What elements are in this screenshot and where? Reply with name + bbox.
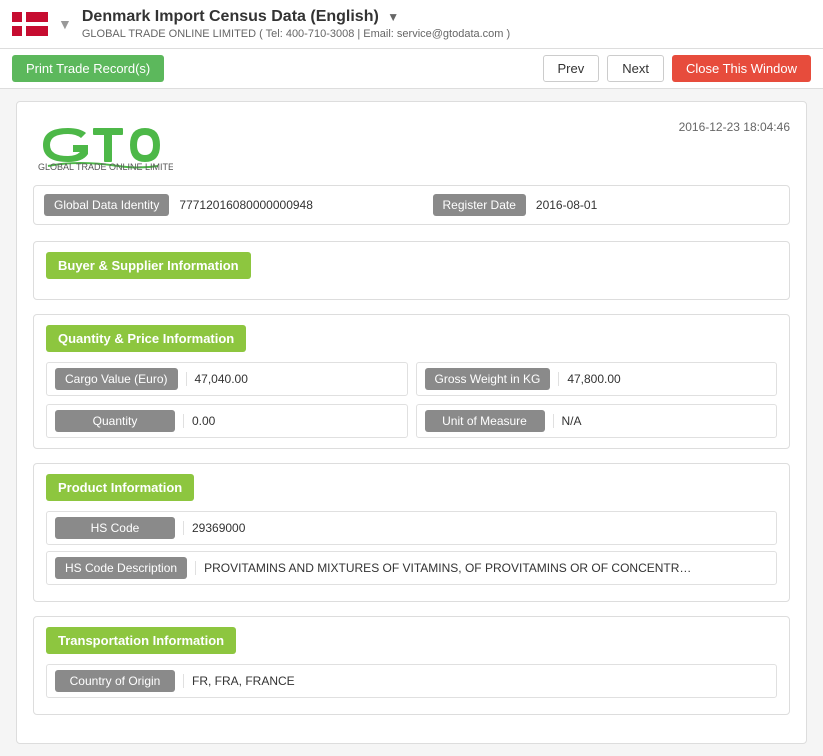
page-title-text: Denmark Import Census Data (English) [82,8,379,25]
gross-weight-row: Gross Weight in KG 47,800.00 [416,362,778,396]
quantity-value: 0.00 [183,414,399,428]
product-header: Product Information [46,474,194,501]
hs-code-description-row: HS Code Description PROVITAMINS AND MIXT… [46,551,777,585]
logo-row: GLOBAL TRADE ONLINE LIMITED 2016-12-23 1… [33,116,790,171]
buyer-supplier-header: Buyer & Supplier Information [46,252,251,279]
logo-area: GLOBAL TRADE ONLINE LIMITED [33,116,173,171]
hs-code-description-label: HS Code Description [55,557,187,579]
header-bar: ▼ Denmark Import Census Data (English) ▼… [0,0,823,49]
register-date-label: Register Date [433,194,526,216]
flag-icon [12,12,48,36]
page-title: Denmark Import Census Data (English) ▼ [82,8,811,26]
country-of-origin-value: FR, FRA, FRANCE [183,674,683,688]
quantity-row: Quantity 0.00 [46,404,408,438]
record-card: GLOBAL TRADE ONLINE LIMITED 2016-12-23 1… [16,101,807,744]
toolbar: Print Trade Record(s) Prev Next Close Th… [0,49,823,89]
hs-code-label: HS Code [55,517,175,539]
quantity-label: Quantity [55,410,175,432]
identity-row: Global Data Identity 7771201608000000094… [33,185,790,225]
svg-text:GLOBAL TRADE ONLINE LIMITED: GLOBAL TRADE ONLINE LIMITED [38,162,173,171]
global-data-identity-label: Global Data Identity [44,194,169,216]
transportation-section: Transportation Information Country of Or… [33,616,790,715]
unit-of-measure-value: N/A [553,414,769,428]
gross-weight-value: 47,800.00 [558,372,768,386]
cargo-value-label: Cargo Value (Euro) [55,368,178,390]
register-date-value: 2016-08-01 [536,198,779,212]
quantity-price-section: Quantity & Price Information Cargo Value… [33,314,790,449]
global-data-identity-value: 77712016080000000948 [179,198,422,212]
header-subtitle: GLOBAL TRADE ONLINE LIMITED ( Tel: 400-7… [82,28,811,40]
timestamp: 2016-12-23 18:04:46 [679,120,790,134]
hs-code-row: HS Code 29369000 [46,511,777,545]
hs-code-description-value: PROVITAMINS AND MIXTURES OF VITAMINS, OF… [195,561,695,575]
quantity-price-fields: Cargo Value (Euro) 47,040.00 Gross Weigh… [46,362,777,438]
cargo-value-row: Cargo Value (Euro) 47,040.00 [46,362,408,396]
cargo-value-value: 47,040.00 [186,372,399,386]
unit-of-measure-row: Unit of Measure N/A [416,404,778,438]
prev-button[interactable]: Prev [543,55,600,82]
buyer-supplier-section: Buyer & Supplier Information [33,241,790,300]
hs-code-value: 29369000 [183,521,683,535]
print-button[interactable]: Print Trade Record(s) [12,55,164,82]
company-logo: GLOBAL TRADE ONLINE LIMITED [33,116,173,171]
gross-weight-label: Gross Weight in KG [425,368,551,390]
main-content: GLOBAL TRADE ONLINE LIMITED 2016-12-23 1… [0,89,823,756]
product-section: Product Information HS Code 29369000 HS … [33,463,790,602]
country-of-origin-row: Country of Origin FR, FRA, FRANCE [46,664,777,698]
quantity-price-header: Quantity & Price Information [46,325,246,352]
unit-of-measure-label: Unit of Measure [425,410,545,432]
next-button[interactable]: Next [607,55,664,82]
transportation-header: Transportation Information [46,627,236,654]
title-arrow: ▼ [387,10,399,24]
country-of-origin-label: Country of Origin [55,670,175,692]
close-button[interactable]: Close This Window [672,55,811,82]
header-title-block: Denmark Import Census Data (English) ▼ G… [82,8,811,40]
dropdown-arrow[interactable]: ▼ [58,16,72,32]
